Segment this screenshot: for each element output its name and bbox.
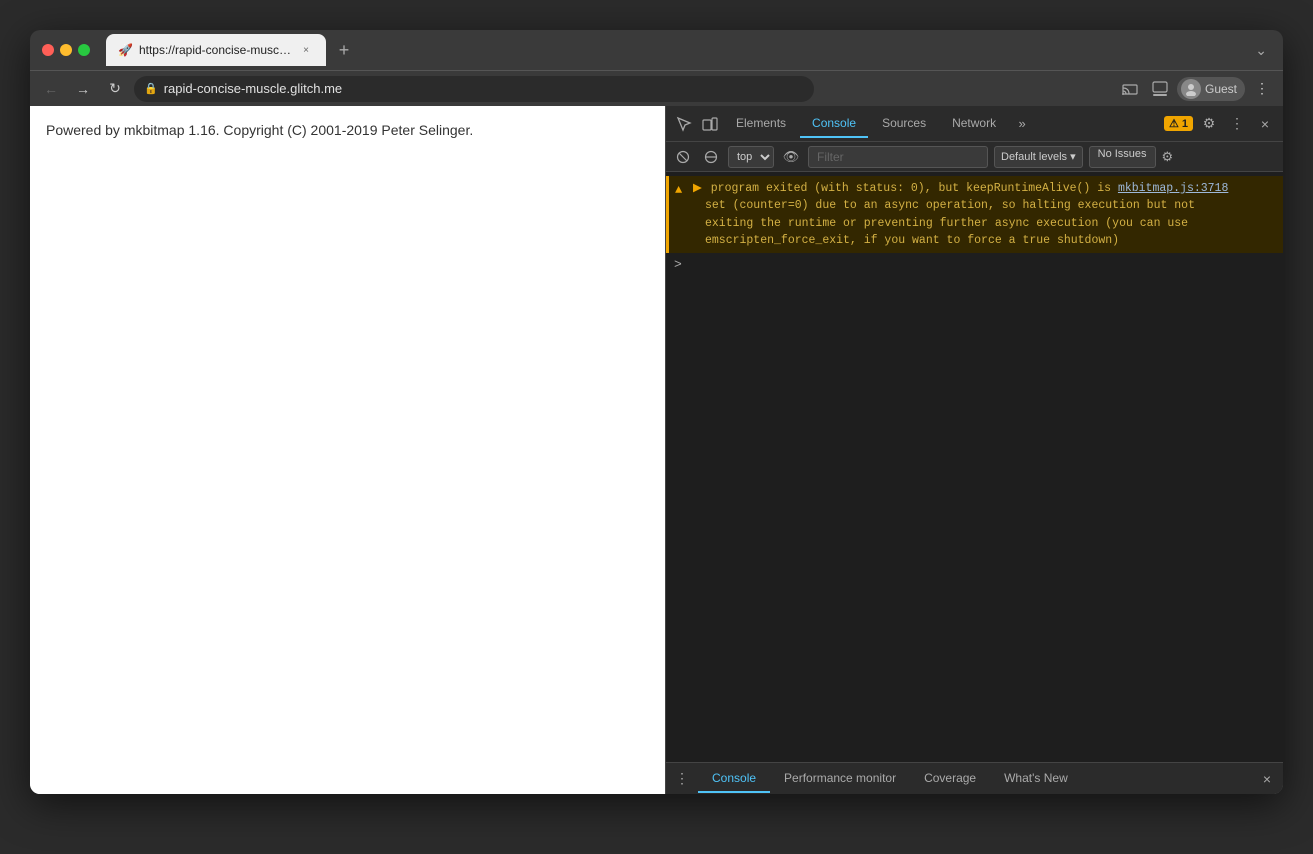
cast-button[interactable] xyxy=(1117,76,1143,102)
warning-badge[interactable]: ⚠ 1 xyxy=(1164,116,1193,131)
address-bar: ← → ↻ 🔒 rapid-concise-muscle.glitch.me xyxy=(30,70,1283,106)
eye-button[interactable]: 👁 xyxy=(780,146,802,168)
user-menu-button[interactable]: Guest xyxy=(1177,77,1245,101)
tab-close-button[interactable]: × xyxy=(298,42,314,58)
close-devtools-button[interactable]: × xyxy=(1253,112,1277,136)
tab-title: https://rapid-concise-muscle.g... xyxy=(139,43,292,57)
address-text: rapid-concise-muscle.glitch.me xyxy=(164,81,804,96)
console-cursor-line[interactable]: > xyxy=(666,253,1283,276)
devtools-panel: Elements Console Sources Network » ⚠ 1 xyxy=(665,106,1283,794)
maximize-button[interactable] xyxy=(78,44,90,56)
source-link[interactable]: mkbitmap.js:3718 xyxy=(1118,182,1228,195)
devtools-tab-network[interactable]: Network xyxy=(940,110,1008,138)
forward-button[interactable]: → xyxy=(70,76,96,102)
tabs-bar: 🚀 https://rapid-concise-muscle.g... × + xyxy=(106,34,1243,66)
devtools-bottom-tabs: ⋮ Console Performance monitor Coverage W… xyxy=(666,762,1283,794)
bottom-tab-whats-new[interactable]: What's New xyxy=(990,765,1082,793)
user-avatar xyxy=(1181,79,1201,99)
filter-input[interactable] xyxy=(808,146,988,168)
warning-count: 1 xyxy=(1182,118,1188,130)
main-area: Powered by mkbitmap 1.16. Copyright (C) … xyxy=(30,106,1283,794)
console-warning-entry: ▲ ▶ program exited (with status: 0), but… xyxy=(666,176,1283,253)
browser-window: 🚀 https://rapid-concise-muscle.g... × + … xyxy=(30,30,1283,794)
console-prompt: > xyxy=(674,257,682,272)
close-button[interactable] xyxy=(42,44,54,56)
page-content: Powered by mkbitmap 1.16. Copyright (C) … xyxy=(30,106,665,794)
inspect-element-button[interactable] xyxy=(672,112,696,136)
expand-arrow[interactable]: ▶ xyxy=(693,182,702,195)
address-input-wrap[interactable]: 🔒 rapid-concise-muscle.glitch.me xyxy=(134,76,814,102)
traffic-lights xyxy=(42,44,90,56)
user-name: Guest xyxy=(1205,82,1237,96)
settings-button[interactable]: ⚙ xyxy=(1197,112,1221,136)
title-bar: 🚀 https://rapid-concise-muscle.g... × + … xyxy=(30,30,1283,70)
console-content: ▲ ▶ program exited (with status: 0), but… xyxy=(666,172,1283,762)
no-log-button[interactable] xyxy=(700,146,722,168)
bottom-tab-menu-button[interactable]: ⋮ xyxy=(670,767,694,791)
warning-triangle-icon: ▲ xyxy=(675,181,682,199)
filter-settings-button[interactable]: ⚙ xyxy=(1162,149,1174,165)
devtools-tab-sources[interactable]: Sources xyxy=(870,110,938,138)
default-levels-button[interactable]: Default levels ▾ xyxy=(994,146,1083,168)
title-bar-right: ⌄ xyxy=(1251,38,1271,63)
tab-favicon: 🚀 xyxy=(118,43,133,57)
warning-message-prefix: program exited (with status: 0), but kee… xyxy=(711,182,1118,195)
devtools-toolbar-right: ⚠ 1 ⚙ ⋮ × xyxy=(1164,112,1277,136)
warning-icon: ⚠ xyxy=(1169,117,1179,130)
tab-strip-chevron[interactable]: ⌄ xyxy=(1251,38,1271,63)
default-levels-label: Default levels ▾ xyxy=(1001,150,1076,163)
more-options-button[interactable]: ⋮ xyxy=(1225,112,1249,136)
warning-message-body: set (counter=0) due to an async operatio… xyxy=(693,197,1275,249)
bottom-tab-coverage[interactable]: Coverage xyxy=(910,765,990,793)
more-tabs-button[interactable]: » xyxy=(1010,112,1034,136)
device-toggle-button[interactable] xyxy=(698,112,722,136)
refresh-button[interactable]: ↻ xyxy=(102,76,128,102)
clear-console-button[interactable] xyxy=(672,146,694,168)
console-filter-bar: top 👁 Default levels ▾ No Issues ⚙ xyxy=(666,142,1283,172)
devtools-toolbar: Elements Console Sources Network » ⚠ 1 xyxy=(666,106,1283,142)
more-button[interactable]: ⋮ xyxy=(1249,76,1275,102)
bottom-tab-performance-monitor[interactable]: Performance monitor xyxy=(770,765,910,793)
tab-search-button[interactable] xyxy=(1147,76,1173,102)
active-tab[interactable]: 🚀 https://rapid-concise-muscle.g... × xyxy=(106,34,326,66)
address-bar-right: Guest ⋮ xyxy=(1117,76,1275,102)
close-bottom-tab-button[interactable]: × xyxy=(1255,767,1279,791)
minimize-button[interactable] xyxy=(60,44,72,56)
devtools-tab-elements[interactable]: Elements xyxy=(724,110,798,138)
back-button[interactable]: ← xyxy=(38,76,64,102)
new-tab-button[interactable]: + xyxy=(330,36,358,64)
context-selector[interactable]: top xyxy=(728,146,774,168)
lock-icon: 🔒 xyxy=(144,82,158,95)
no-issues-button[interactable]: No Issues xyxy=(1089,146,1156,168)
bottom-tab-console[interactable]: Console xyxy=(698,765,770,793)
devtools-tab-console[interactable]: Console xyxy=(800,110,868,138)
page-body-text: Powered by mkbitmap 1.16. Copyright (C) … xyxy=(46,122,649,138)
